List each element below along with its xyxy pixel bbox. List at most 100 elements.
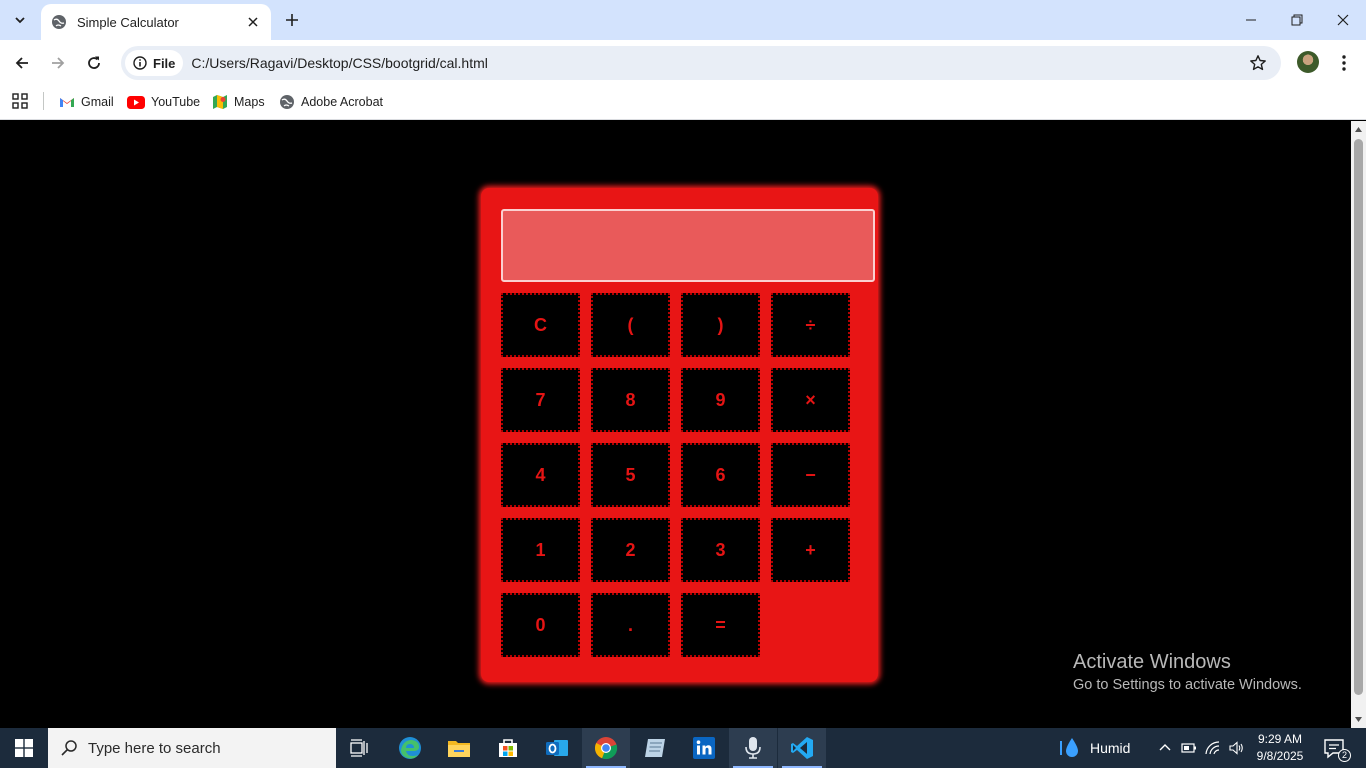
page-scrollbar[interactable] bbox=[1351, 121, 1366, 728]
profile-avatar[interactable] bbox=[1297, 51, 1319, 73]
taskbar-file-explorer[interactable] bbox=[435, 728, 483, 768]
arrow-right-icon bbox=[52, 57, 65, 69]
close-window-button[interactable] bbox=[1320, 0, 1366, 40]
taskbar-vscode[interactable] bbox=[778, 728, 826, 768]
tab-title: Simple Calculator bbox=[77, 14, 179, 30]
restore-button[interactable] bbox=[1274, 0, 1320, 40]
key-plus[interactable]: + bbox=[771, 518, 850, 582]
bookmark-gmail[interactable]: Gmail bbox=[59, 92, 114, 112]
search-icon bbox=[61, 740, 77, 756]
start-button[interactable] bbox=[0, 728, 48, 768]
bookmark-label: Gmail bbox=[81, 95, 114, 109]
linkedin-icon bbox=[693, 737, 715, 759]
maps-icon bbox=[213, 95, 227, 109]
info-icon bbox=[133, 56, 147, 70]
calculator: C ( ) ÷ 7 8 9 × 4 5 6 − 1 2 3 + 0 . = bbox=[481, 188, 878, 682]
tab-close-button[interactable] bbox=[245, 14, 261, 30]
taskbar-search-box[interactable]: Type here to search bbox=[48, 728, 336, 768]
calculator-display[interactable] bbox=[501, 209, 875, 282]
task-view-button[interactable] bbox=[336, 728, 384, 768]
taskbar-store[interactable] bbox=[484, 728, 532, 768]
key-multiply[interactable]: × bbox=[771, 368, 850, 432]
back-button[interactable] bbox=[8, 49, 36, 77]
key-0[interactable]: 0 bbox=[501, 593, 580, 657]
key-1[interactable]: 1 bbox=[501, 518, 580, 582]
taskbar-notes-app[interactable] bbox=[631, 728, 679, 768]
chevron-up-icon bbox=[1159, 744, 1171, 751]
youtube-icon bbox=[127, 95, 145, 109]
scroll-up-icon[interactable] bbox=[1354, 125, 1363, 134]
bookmarks-separator bbox=[43, 92, 44, 110]
vscode-icon bbox=[791, 737, 813, 759]
key-clear[interactable]: C bbox=[501, 293, 580, 357]
speaker-icon bbox=[1229, 741, 1243, 755]
restore-icon bbox=[1291, 14, 1303, 26]
globe-icon bbox=[280, 95, 294, 109]
store-icon bbox=[499, 739, 517, 757]
activate-windows-watermark: Activate Windows Go to Settings to activ… bbox=[1073, 651, 1302, 693]
battery-indicator[interactable] bbox=[1177, 728, 1201, 768]
reload-button[interactable] bbox=[80, 49, 108, 77]
new-tab-button[interactable] bbox=[282, 10, 302, 30]
plus-icon bbox=[286, 14, 298, 26]
bookmark-star-icon[interactable] bbox=[1249, 54, 1267, 72]
taskbar-chrome[interactable] bbox=[582, 728, 630, 768]
notes-icon bbox=[645, 739, 665, 757]
minimize-icon bbox=[1246, 19, 1256, 21]
key-2[interactable]: 2 bbox=[591, 518, 670, 582]
minimize-button[interactable] bbox=[1228, 0, 1274, 40]
bookmark-youtube[interactable]: YouTube bbox=[127, 92, 200, 112]
key-4[interactable]: 4 bbox=[501, 443, 580, 507]
key-open-paren[interactable]: ( bbox=[591, 293, 670, 357]
scroll-down-icon[interactable] bbox=[1354, 715, 1363, 724]
outlook-icon bbox=[546, 740, 568, 756]
tab-search-button[interactable] bbox=[8, 8, 32, 32]
volume-indicator[interactable] bbox=[1225, 728, 1249, 768]
windows-logo-icon bbox=[15, 739, 33, 757]
key-divide[interactable]: ÷ bbox=[771, 293, 850, 357]
key-9[interactable]: 9 bbox=[681, 368, 760, 432]
arrow-left-icon bbox=[15, 57, 28, 69]
apps-grid-icon[interactable] bbox=[12, 93, 28, 109]
browser-menu-button[interactable] bbox=[1334, 53, 1354, 73]
taskbar: Type here to search Humid 9:29 AM 9/8/20… bbox=[0, 728, 1366, 768]
bookmarks-bar: Gmail YouTube Maps Adobe Acrobat bbox=[0, 86, 1366, 120]
key-3[interactable]: 3 bbox=[681, 518, 760, 582]
taskbar-outlook[interactable] bbox=[533, 728, 581, 768]
taskbar-linkedin[interactable] bbox=[680, 728, 728, 768]
taskbar-clock[interactable]: 9:29 AM 9/8/2025 bbox=[1252, 731, 1308, 765]
chrome-icon bbox=[594, 737, 618, 760]
tab-simple-calculator[interactable]: Simple Calculator bbox=[41, 4, 271, 40]
address-bar[interactable]: File C:/Users/Ragavi/Desktop/CSS/bootgri… bbox=[121, 46, 1281, 80]
clock-date: 9/8/2025 bbox=[1256, 749, 1304, 763]
url-text[interactable]: C:/Users/Ragavi/Desktop/CSS/bootgrid/cal… bbox=[191, 55, 487, 71]
bookmark-maps[interactable]: Maps bbox=[212, 92, 265, 112]
gmail-icon bbox=[60, 98, 74, 107]
folder-icon bbox=[448, 741, 470, 757]
key-equals[interactable]: = bbox=[681, 593, 760, 657]
network-indicator[interactable] bbox=[1201, 728, 1225, 768]
microphone-icon bbox=[745, 737, 761, 759]
key-close-paren[interactable]: ) bbox=[681, 293, 760, 357]
weather-widget[interactable]: Humid bbox=[1058, 728, 1130, 768]
chevron-down-icon bbox=[15, 17, 25, 24]
taskbar-edge[interactable] bbox=[386, 728, 434, 768]
taskbar-voice-recorder[interactable] bbox=[729, 728, 777, 768]
key-7[interactable]: 7 bbox=[501, 368, 580, 432]
notification-count-badge: 2 bbox=[1338, 749, 1351, 762]
weather-humidity-icon bbox=[1060, 738, 1078, 757]
site-info-chip[interactable]: File bbox=[125, 50, 184, 76]
bookmark-adobe-acrobat[interactable]: Adobe Acrobat bbox=[279, 92, 383, 112]
scrollbar-thumb[interactable] bbox=[1354, 139, 1363, 695]
wifi-icon bbox=[1205, 741, 1220, 755]
key-6[interactable]: 6 bbox=[681, 443, 760, 507]
key-minus[interactable]: − bbox=[771, 443, 850, 507]
more-vertical-icon bbox=[1342, 55, 1346, 71]
key-8[interactable]: 8 bbox=[591, 368, 670, 432]
forward-button[interactable] bbox=[44, 49, 72, 77]
bookmark-label: YouTube bbox=[151, 95, 201, 109]
globe-icon bbox=[52, 15, 66, 29]
key-5[interactable]: 5 bbox=[591, 443, 670, 507]
tray-overflow-button[interactable] bbox=[1153, 728, 1177, 768]
key-dot[interactable]: . bbox=[591, 593, 670, 657]
